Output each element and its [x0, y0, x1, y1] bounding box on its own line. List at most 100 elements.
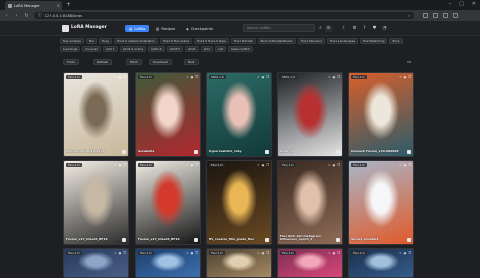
refresh-button[interactable]: Refresh	[93, 59, 113, 65]
filter-chip[interactable]: flux1 Fabulous	[298, 38, 325, 44]
download-icon[interactable]	[122, 150, 126, 154]
download-icon[interactable]	[194, 238, 198, 242]
star-icon[interactable]: ☆	[399, 163, 402, 167]
new-tab-button[interactable]: +	[66, 2, 71, 8]
filter-chip[interactable]: flux1.0 flux1.0 style	[194, 38, 229, 44]
star-icon[interactable]: ☆	[328, 163, 331, 167]
bulk-button[interactable]: Bulk	[184, 59, 199, 65]
copy-icon[interactable]: ❐	[337, 75, 340, 79]
globe-icon[interactable]: ◉	[404, 251, 407, 255]
star-icon[interactable]: ☆	[186, 75, 189, 79]
filter-chip[interactable]: hunyuan	[82, 46, 102, 52]
reload-icon[interactable]: ↻	[24, 13, 29, 19]
lora-card[interactable]: Flux.1 D ☆ ◉ ❐	[348, 248, 414, 278]
copy-icon[interactable]: ❐	[408, 163, 411, 167]
globe-icon[interactable]: ◉	[404, 163, 407, 167]
lora-card[interactable]: Flux.1 D ☆ ◉ ❐	[277, 248, 343, 278]
minimize-button[interactable]: –	[449, 1, 452, 7]
star-icon[interactable]: ☆	[186, 163, 189, 167]
gear-icon[interactable]: ⚙	[351, 25, 358, 32]
star-icon[interactable]: ☆	[328, 251, 331, 255]
extensions-icon[interactable]	[423, 13, 428, 18]
globe-icon[interactable]: ◉	[191, 251, 194, 255]
maximize-button[interactable]: □	[459, 1, 464, 7]
star-icon[interactable]: ☆	[257, 75, 260, 79]
forward-icon[interactable]: ›	[14, 13, 19, 19]
copy-icon[interactable]: ❐	[266, 251, 269, 255]
browser-tab[interactable]: LoRA Manager ×	[5, 1, 62, 10]
copy-icon[interactable]: ❐	[408, 75, 411, 79]
globe-icon[interactable]: ◉	[333, 163, 336, 167]
lora-card[interactable]: Flux.1 D ☆ ◉ ❐	[206, 248, 272, 278]
globe-icon[interactable]: ◉	[191, 163, 194, 167]
globe-icon[interactable]: ◉	[333, 251, 336, 255]
filter-chip[interactable]: sdxl1	[185, 46, 199, 52]
globe-icon[interactable]: ◉	[119, 163, 122, 167]
app-title[interactable]: LoRA Manager	[71, 25, 107, 30]
filter-chip[interactable]: fluxy	[99, 38, 113, 44]
lora-card[interactable]: Flux.1 D ☆ ◉ ❐ Fusion_v27_Inked3_BF16	[135, 160, 201, 245]
filter-icon[interactable]: ≡	[325, 25, 332, 32]
copy-icon[interactable]: ❐	[123, 163, 126, 167]
lora-card[interactable]: SDXL 1.0 ☆ ◉ ❐ Goth c1	[277, 72, 343, 157]
download-icon[interactable]	[407, 238, 411, 242]
copy-icon[interactable]: ❐	[195, 251, 198, 255]
filter-chip[interactable]: sub	[215, 46, 227, 52]
copy-icon[interactable]: ❐	[123, 251, 126, 255]
filter-chip[interactable]: flux	[85, 38, 98, 44]
download-icon[interactable]	[336, 150, 340, 154]
filter-chip[interactable]: sdxl 1	[103, 46, 118, 52]
download-icon[interactable]	[265, 150, 269, 154]
star-icon[interactable]: ☆	[257, 163, 260, 167]
star-icon[interactable]: ☆	[257, 251, 260, 255]
star-icon[interactable]: ☆	[114, 163, 117, 167]
filter-chip[interactable]: flux1 Portrait	[230, 38, 256, 44]
menu-icon[interactable]	[453, 13, 458, 18]
close-window-button[interactable]: ✕	[472, 1, 476, 7]
copy-icon[interactable]: ❐	[337, 163, 340, 167]
download-icon[interactable]	[194, 150, 198, 154]
filter-chip[interactable]: sdxl1.0	[148, 46, 165, 52]
download-icon[interactable]	[122, 238, 126, 242]
search-icon[interactable]: ⌕	[317, 25, 324, 32]
copy-icon[interactable]: ❐	[195, 163, 198, 167]
star-icon[interactable]: ☆	[186, 251, 189, 255]
copy-icon[interactable]: ❐	[408, 251, 411, 255]
downloads-icon[interactable]	[433, 13, 438, 18]
lora-card[interactable]: Flux.1 D ☆ ◉ ❐ ffv_cesario_film_grade_flux	[206, 160, 272, 245]
globe-icon[interactable]: ◉	[262, 75, 265, 79]
back-icon[interactable]: ‹	[4, 13, 9, 19]
lora-card[interactable]: Flux.1 D ☆ ◉ ❐	[63, 248, 129, 278]
star-icon[interactable]: ☆	[114, 75, 117, 79]
download-icon[interactable]	[407, 150, 411, 154]
bell-icon[interactable]: ◔	[381, 25, 388, 32]
globe-icon[interactable]: ◉	[333, 75, 336, 79]
globe-icon[interactable]: ◉	[191, 75, 194, 79]
copy-icon[interactable]: ❐	[195, 75, 198, 79]
lora-card[interactable]: SDXL 1.0 ☆ ◉ ❐ hyperrealistic_ruby	[206, 72, 272, 157]
bookmark-star-icon[interactable]: ☆	[407, 13, 411, 18]
search-input[interactable]: Search LoRAs...	[243, 24, 315, 32]
star-icon[interactable]: ☆	[399, 75, 402, 79]
star-icon[interactable]: ☆	[399, 251, 402, 255]
filter-chip[interactable]: flux1 Landscapes	[326, 38, 359, 44]
filter-chip[interactable]: base-conflict	[228, 46, 253, 52]
filter-chip[interactable]: sdxl3.5	[166, 46, 184, 52]
lora-card[interactable]: Flux.1 D ☆ ◉ ❐ Snow4_shuntal1	[348, 160, 414, 245]
filter-chip[interactable]: Lora-tings	[60, 46, 81, 52]
globe-icon[interactable]: ◉	[404, 75, 407, 79]
nav-tab-recipes[interactable]: ▥ Recipes	[152, 25, 179, 32]
lora-card[interactable]: Flux.1 D ☆ ◉ ❐ Inkwash Fusion_v30-000008	[348, 72, 414, 157]
filter-chip[interactable]: sdxl1.0 anime	[119, 46, 147, 52]
globe-icon[interactable]: ◉	[119, 251, 122, 255]
fetch-button[interactable]: Fetch	[126, 59, 143, 65]
filter-chip[interactable]: flux1.0 flux anime	[159, 38, 193, 44]
download-button[interactable]: Download	[149, 59, 172, 65]
profile-icon[interactable]	[443, 13, 448, 18]
copy-icon[interactable]: ❐	[123, 75, 126, 79]
folder-icon[interactable]: ▭	[407, 60, 413, 65]
globe-icon[interactable]: ◉	[262, 163, 265, 167]
star-icon[interactable]: ☆	[114, 251, 117, 255]
globe-icon[interactable]: ◉	[119, 75, 122, 79]
filter-chip[interactable]: emu	[200, 46, 214, 52]
